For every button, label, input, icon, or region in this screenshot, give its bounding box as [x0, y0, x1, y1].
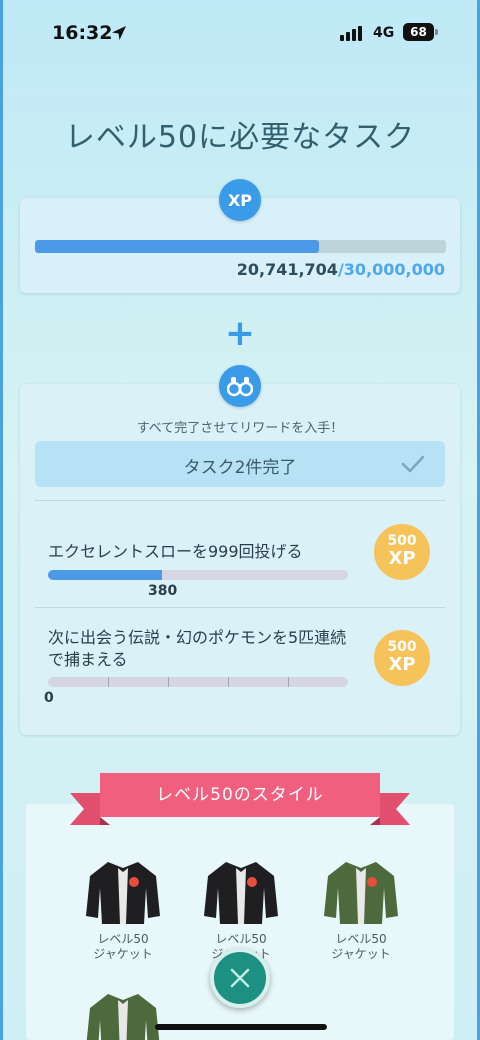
- check-icon: [401, 455, 425, 473]
- battery-icon: 68: [403, 23, 438, 41]
- progress-segment-tick: [108, 677, 109, 687]
- style-item-label: ジャケット: [331, 947, 391, 961]
- task-count-1: 380: [148, 583, 178, 599]
- jacket-icon: [86, 862, 160, 924]
- xp-max: 30,000,000: [343, 260, 445, 279]
- style-ribbon-label: レベル50のスタイル: [156, 785, 324, 805]
- status-time: 16:32: [52, 22, 113, 44]
- style-item-4[interactable]: [68, 990, 178, 1040]
- task-reward-amount-1: 500: [387, 533, 417, 549]
- task-reward-unit-1: XP: [388, 548, 416, 569]
- xp-progress-text: 20,741,704/30,000,000: [237, 260, 445, 279]
- task-reward-1: 500 XP: [374, 524, 430, 580]
- task-count-2: 0: [44, 690, 54, 706]
- style-item-label: レベル50: [335, 932, 387, 946]
- style-ribbon: レベル50のスタイル: [70, 773, 410, 827]
- tasks-complete-banner: タスク2件完了: [35, 441, 445, 487]
- xp-current: 20,741,704: [236, 260, 338, 279]
- reward-hint: すべて完了させてリワードを入手！: [136, 421, 344, 436]
- binoculars-badge: [219, 365, 261, 407]
- jacket-icon: [204, 862, 278, 924]
- location-arrow-icon: [112, 26, 126, 40]
- task-progress-bar-2: [48, 677, 348, 687]
- task-title-2: 次に出会う伝説・幻のポケモンを5匹連続で捕まえる: [48, 628, 347, 669]
- task-title-1: エクセレントスローを999回投げる: [48, 542, 303, 561]
- xp-progress-fill: [35, 240, 319, 253]
- task-divider: [35, 500, 445, 501]
- task-progress-bar-1: [48, 570, 348, 580]
- style-item-label: レベル50: [215, 932, 267, 946]
- status-bar: 16:32 4G 68: [0, 18, 480, 48]
- progress-segment-tick: [228, 677, 229, 687]
- task-reward-amount-2: 500: [387, 639, 417, 655]
- cellular-signal-icon: [340, 26, 362, 41]
- jacket-icon: [324, 862, 398, 924]
- progress-segment-tick: [168, 677, 169, 687]
- style-item-3[interactable]: レベル50 ジャケット: [306, 858, 416, 962]
- network-type: 4G: [373, 25, 395, 41]
- close-button[interactable]: [210, 948, 270, 1008]
- progress-segment-tick: [288, 677, 289, 687]
- page-title: レベル50に必要なタスク: [64, 120, 416, 155]
- task-reward-2: 500 XP: [374, 630, 430, 686]
- battery-level: 68: [403, 23, 434, 41]
- xp-badge: XP: [219, 179, 261, 221]
- task-divider: [35, 607, 445, 608]
- plus-icon: +: [224, 313, 256, 354]
- tasks-complete-label: タスク2件完了: [183, 458, 297, 478]
- xp-progress-bar: [35, 240, 446, 253]
- task-reward-unit-2: XP: [388, 654, 416, 675]
- style-item-label: ジャケット: [93, 947, 153, 961]
- task-progress-fill-1: [48, 570, 162, 580]
- style-item-1[interactable]: レベル50 ジャケット: [68, 858, 178, 962]
- binoculars-icon: [227, 377, 253, 397]
- jacket-icon: [86, 994, 160, 1040]
- close-icon: [230, 968, 250, 988]
- style-item-label: レベル50: [97, 932, 149, 946]
- style-item-2[interactable]: レベル50 ジャケット: [186, 858, 296, 962]
- home-indicator[interactable]: [155, 1024, 327, 1030]
